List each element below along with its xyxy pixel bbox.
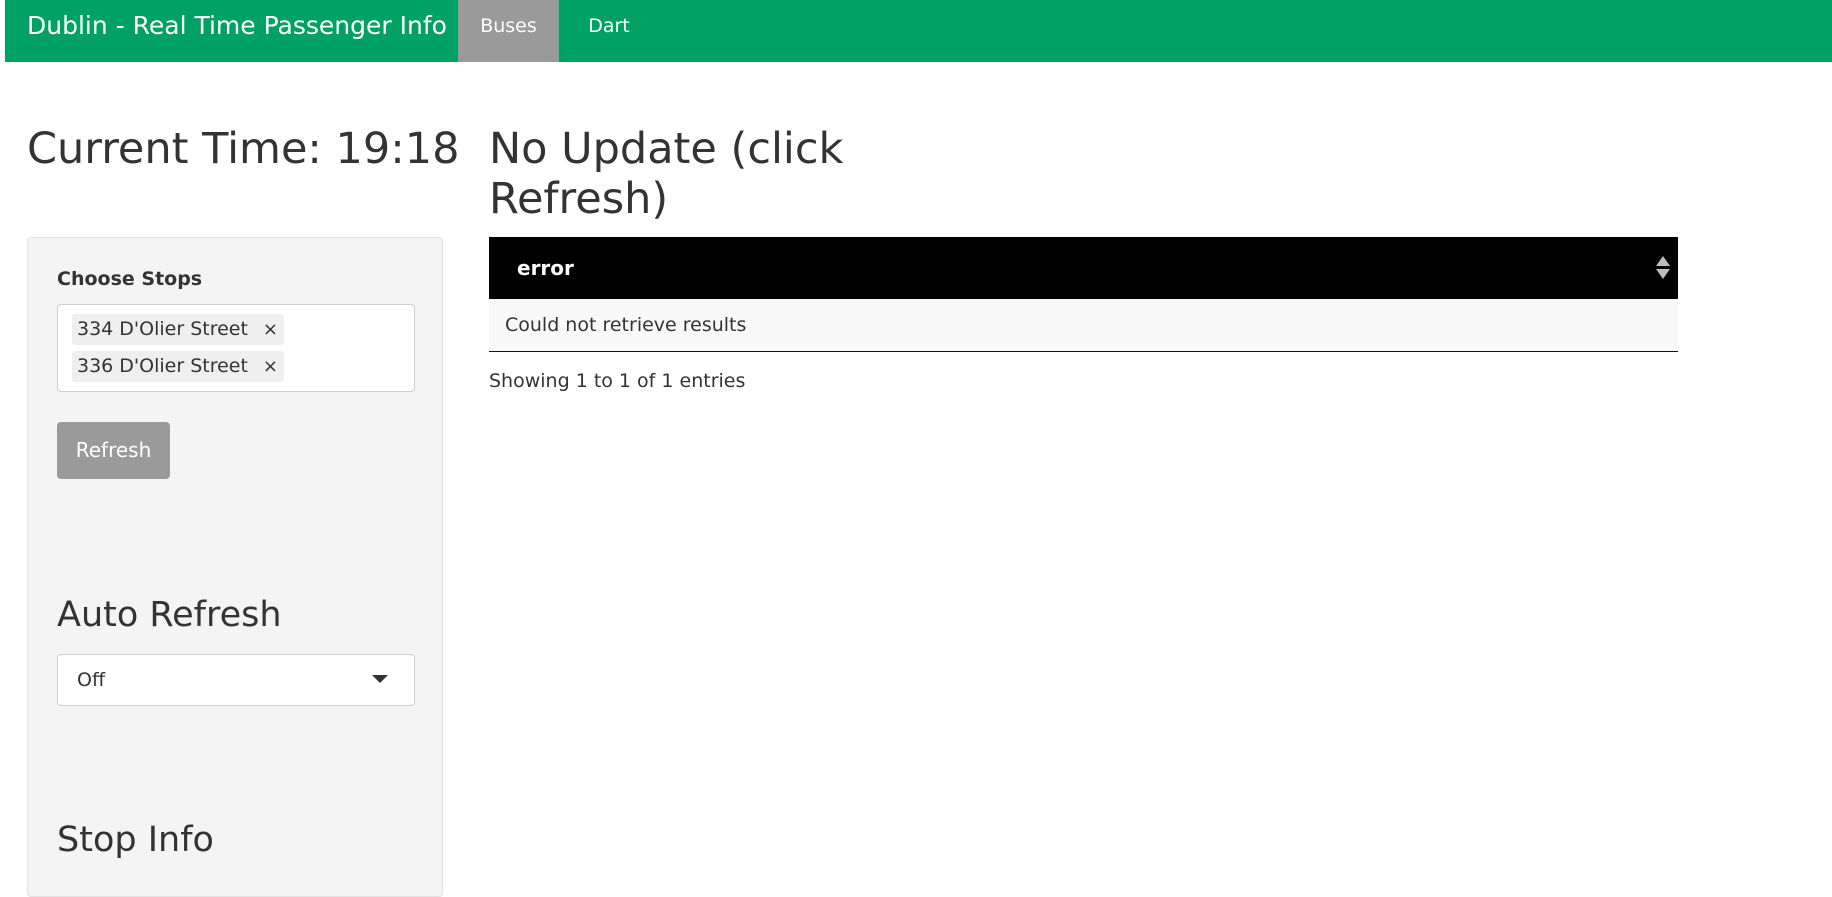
sort-icon[interactable]	[1656, 256, 1670, 280]
sidebar-panel: Choose Stops 334 D'Olier Street × 336 D'…	[27, 237, 443, 897]
page-title: No Update (click Refresh)	[489, 124, 844, 224]
auto-refresh-value: Off	[77, 669, 106, 691]
table-cell: Could not retrieve results	[505, 314, 747, 336]
app-brand[interactable]: Dublin - Real Time Passenger Info	[27, 0, 447, 52]
current-time: Current Time: 19:18	[27, 124, 460, 174]
tab-buses[interactable]: Buses	[458, 0, 559, 62]
refresh-button[interactable]: Refresh	[57, 422, 170, 479]
remove-icon[interactable]: ×	[263, 351, 278, 382]
column-header-error[interactable]: error	[517, 237, 574, 299]
auto-refresh-heading: Auto Refresh	[57, 595, 282, 635]
stop-info-heading: Stop Info	[57, 820, 214, 860]
table-info: Showing 1 to 1 of 1 entries	[489, 370, 746, 392]
stop-chip: 336 D'Olier Street ×	[72, 351, 284, 382]
auto-refresh-select[interactable]: Off	[57, 654, 415, 706]
chevron-down-icon	[372, 675, 388, 683]
stop-chip-label: 334 D'Olier Street	[77, 318, 248, 340]
tab-dart[interactable]: Dart	[565, 0, 653, 62]
navbar: Dublin - Real Time Passenger Info Buses …	[5, 0, 1832, 62]
stop-chip: 334 D'Olier Street ×	[72, 314, 284, 345]
table-header: error	[489, 237, 1678, 299]
table-row: Could not retrieve results	[489, 299, 1678, 352]
choose-stops-label: Choose Stops	[57, 268, 203, 290]
stops-multiselect[interactable]: 334 D'Olier Street × 336 D'Olier Street …	[57, 304, 415, 392]
stop-chip-label: 336 D'Olier Street	[77, 355, 248, 377]
remove-icon[interactable]: ×	[263, 314, 278, 345]
